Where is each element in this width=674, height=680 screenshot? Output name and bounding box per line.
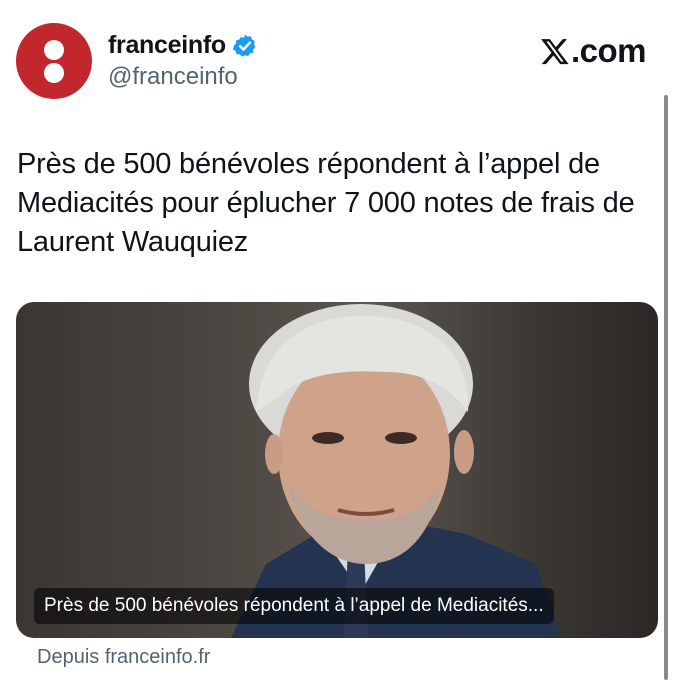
tweet-text: Près de 500 bénévoles répondent à l’appe… <box>17 148 635 258</box>
display-name-row[interactable]: franceinfo <box>108 31 258 60</box>
avatar-dot-bottom <box>44 63 64 83</box>
source-link[interactable]: Depuis franceinfo.fr <box>37 646 210 669</box>
link-card[interactable]: Près de 500 bénévoles répondent à l’appe… <box>16 302 658 638</box>
x-logo-icon <box>541 39 569 65</box>
avatar[interactable] <box>16 23 92 99</box>
avatar-dot-top <box>44 40 64 60</box>
brand-text: .com <box>570 32 647 69</box>
scrollbar[interactable] <box>664 95 668 680</box>
x-brand[interactable]: .com <box>540 32 647 70</box>
display-name[interactable]: franceinfo <box>108 31 226 60</box>
handle[interactable]: @franceinfo <box>108 63 238 91</box>
card-caption: Près de 500 bénévoles répondent à l’appe… <box>34 588 554 624</box>
verified-badge-icon <box>232 33 258 59</box>
